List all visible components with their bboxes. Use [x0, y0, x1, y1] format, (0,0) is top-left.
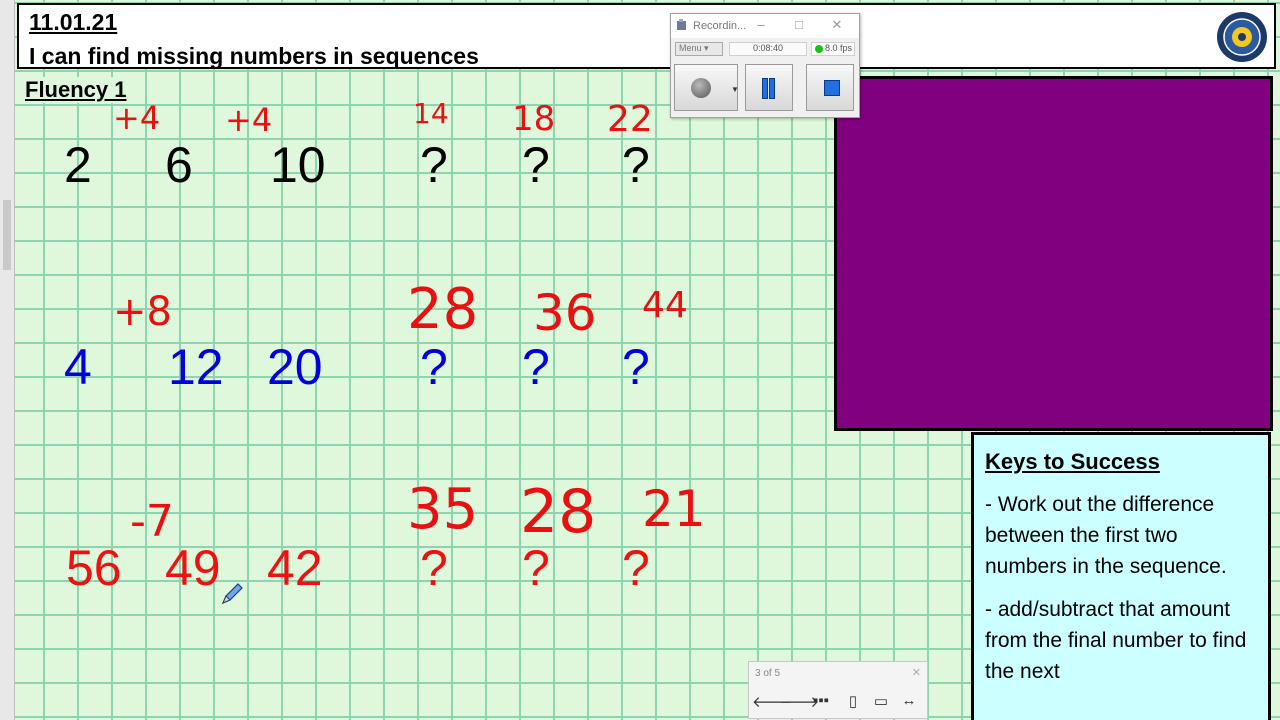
keys-point: - add/subtract that amount from the fina…: [985, 598, 1247, 683]
stop-button[interactable]: [806, 64, 854, 111]
handwritten-annotation: 18: [512, 99, 556, 139]
page-indicator: 3 of 5: [755, 668, 781, 679]
sequence-missing: ?: [522, 339, 550, 395]
sequence-missing: ?: [522, 540, 550, 596]
pen-cursor-icon: [221, 583, 243, 605]
learning-objective: I can find missing numbers in sequences: [29, 43, 479, 69]
menu-dropdown[interactable]: Menu ▾: [675, 42, 723, 56]
keys-to-success-panel: Keys to Success - Work out the differenc…: [971, 432, 1271, 720]
slide-header: 11.01.21 I can find missing numbers in s…: [17, 3, 1276, 69]
sequence-value: 4: [64, 339, 92, 395]
lesson-date: 11.01.21: [29, 9, 118, 35]
sequence-value: 49: [165, 540, 221, 596]
sequence-missing: ?: [420, 137, 448, 193]
recording-title: Recordin...: [693, 20, 747, 32]
sequence-missing: ?: [522, 137, 550, 193]
sequence-missing: ?: [420, 540, 448, 596]
recording-titlebar[interactable]: Recordin... – □ ✕: [671, 14, 859, 38]
fps-value: 8.0 fps: [825, 43, 853, 53]
arrow-left-icon[interactable]: 🡐: [752, 692, 792, 711]
pause-icon: [762, 78, 776, 99]
vertical-scrollbar[interactable]: [0, 0, 15, 720]
sequence-value: 56: [66, 540, 122, 596]
recording-window[interactable]: Recordin... – □ ✕ Menu ▾ 0:08:40 8.0 fps…: [670, 13, 860, 118]
arrow-right-icon[interactable]: 🡒: [779, 692, 819, 711]
handwritten-annotation: 35: [407, 477, 479, 542]
recording-info-bar: Menu ▾ 0:08:40 8.0 fps: [675, 42, 855, 58]
sequence-missing: ?: [420, 339, 448, 395]
scroll-thumb[interactable]: [3, 200, 11, 270]
menu-label: Menu: [679, 43, 702, 53]
handwritten-annotation: -7: [130, 496, 174, 547]
handwritten-annotation: 44: [642, 285, 688, 326]
sequence-value: 20: [267, 339, 323, 395]
screen-icon[interactable]: ▭: [870, 692, 892, 710]
keys-title: Keys to Success: [985, 449, 1160, 474]
sequence-missing: ?: [622, 540, 650, 596]
minimize-icon[interactable]: –: [751, 17, 771, 32]
handwritten-annotation: 36: [533, 284, 597, 342]
handwritten-annotation: +4: [113, 99, 161, 137]
sequence-value: 2: [64, 137, 92, 193]
purple-panel: [834, 76, 1273, 431]
handwritten-annotation: 21: [642, 480, 706, 538]
chevron-down-icon[interactable]: ▼: [731, 85, 739, 94]
more-options-icon[interactable]: ▪▪▪: [810, 692, 832, 709]
recording-timer: 0:08:40: [729, 42, 807, 56]
handwritten-annotation: 28: [520, 477, 597, 547]
pause-button[interactable]: [745, 64, 793, 111]
handwritten-annotation: 14: [413, 97, 449, 130]
sequence-missing: ?: [622, 339, 650, 395]
logo-icon: [1217, 12, 1267, 62]
sequence-value: 6: [165, 137, 193, 193]
close-icon[interactable]: ✕: [827, 17, 847, 33]
keys-point: - Work out the difference between the fi…: [985, 493, 1227, 578]
stop-icon: [824, 80, 840, 96]
slide: 11.01.21 I can find missing numbers in s…: [15, 0, 1280, 720]
handwritten-annotation: +4: [225, 101, 273, 139]
recorder-app-icon: [677, 19, 686, 30]
slide-navigation-toolbar: 3 of 5 ✕ 🡐 🡒 ▪▪▪ ▯ ▭ ↔: [748, 661, 928, 719]
resize-icon[interactable]: ↔: [898, 692, 920, 709]
handwritten-annotation: +8: [113, 289, 172, 335]
sequence-value: 10: [270, 137, 326, 193]
page-icon[interactable]: ▯: [842, 692, 864, 710]
maximize-icon[interactable]: □: [789, 17, 809, 32]
handwritten-annotation: 22: [607, 99, 653, 140]
record-icon: [691, 78, 711, 98]
fps-indicator: 8.0 fps: [811, 42, 855, 56]
sequence-value: 42: [267, 540, 323, 596]
status-dot-icon: [815, 45, 823, 53]
handwritten-annotation: 28: [407, 277, 479, 342]
close-icon[interactable]: ✕: [912, 666, 921, 679]
sequence-value: 12: [168, 339, 224, 395]
record-button[interactable]: ▼: [674, 64, 739, 111]
sequence-missing: ?: [622, 137, 650, 193]
